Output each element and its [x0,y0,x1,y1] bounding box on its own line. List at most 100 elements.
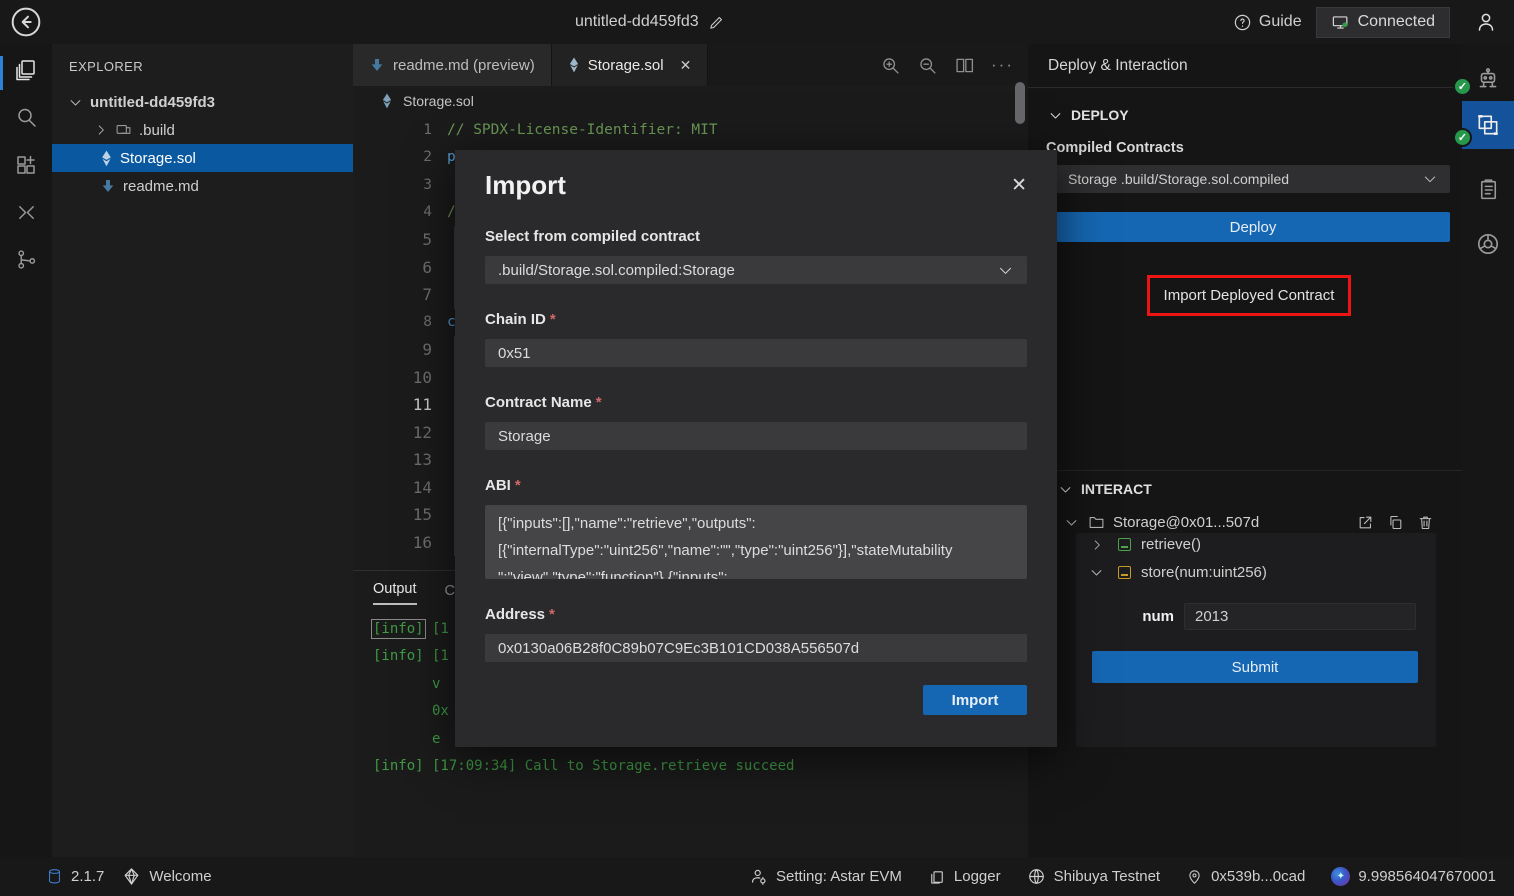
line-number: 15 [353,505,432,524]
sidebar-item-search[interactable] [0,94,52,140]
gem-icon [122,867,141,886]
tree-root[interactable]: untitled-dd459fd3 [52,88,353,116]
guide-button[interactable]: Guide [1233,13,1302,32]
tree-item-storage-sol[interactable]: Storage.sol [52,144,353,172]
explorer-panel: EXPLORER untitled-dd459fd3 .build Storag… [52,44,353,857]
sidebar-item-audit[interactable] [1462,166,1514,212]
import-button[interactable]: Import [923,685,1027,715]
sidebar-item-openai[interactable] [1462,221,1514,267]
compiled-contracts-select[interactable]: Storage .build/Storage.sol.compiled [1056,165,1450,193]
user-avatar[interactable] [1464,0,1508,44]
line-number: 4 [353,204,432,220]
ethereum-icon [100,149,113,168]
monitor-icon [1331,13,1350,32]
contract-instance-row[interactable]: Storage@0x01...507d [1028,509,1462,535]
welcome-label: Welcome [149,868,211,885]
connected-button[interactable]: Connected [1316,7,1450,38]
abi-textarea[interactable]: [{"inputs":[],"name":"retrieve","outputs… [485,505,1027,579]
close-tab-icon[interactable]: ✕ [680,57,692,74]
sidebar-item-plugins[interactable] [0,142,52,188]
section-divider [1028,470,1462,471]
database-icon [46,867,63,886]
check-badge-icon: ✓ [1453,77,1472,96]
chevron-down-icon [997,262,1014,279]
version-item[interactable]: 2.1.7 [46,857,104,896]
deploy-grid-icon [1475,112,1501,138]
deploy-section-label: DEPLOY [1071,107,1129,123]
chevron-down-icon [1048,108,1063,123]
setting-label: Setting: Astar EVM [776,868,902,885]
copy-icon[interactable] [1387,514,1404,531]
more-actions-icon[interactable]: ··· [991,55,1014,75]
build-folder-icon [115,122,132,139]
tree-item-readme-md[interactable]: readme.md [52,172,353,200]
chevron-right-icon [1090,538,1104,552]
tree-item-build[interactable]: .build [52,116,353,144]
zoom-out-icon[interactable] [917,55,938,76]
back-arrow-icon [10,6,42,38]
submit-button[interactable]: Submit [1092,651,1418,683]
close-icon[interactable]: ✕ [1011,176,1027,195]
setting-item[interactable]: Setting: Astar EVM [741,857,910,896]
abi-scrollbar[interactable] [1015,82,1025,124]
compiled-contract-select[interactable]: .build/Storage.sol.compiled:Storage [485,256,1027,284]
tab-storage-sol[interactable]: Storage.sol ✕ [552,44,709,86]
deploy-section-header[interactable]: DEPLOY [1048,107,1129,123]
zoom-in-icon[interactable] [880,55,901,76]
line-number: 1 [353,122,432,138]
tab-label: Storage.sol [588,57,664,74]
line-number: 9 [353,340,432,359]
line-number: 16 [353,533,432,552]
tab-output[interactable]: Output [373,581,417,605]
app-window: untitled-dd459fd3 Guide Connected [0,0,1514,896]
line-number: 6 [353,258,432,277]
wallet-address-item[interactable]: 0x539b...0cad [1178,857,1313,896]
chain-id-input[interactable] [485,339,1027,367]
chevron-down-icon [1058,482,1073,497]
explorer-header: EXPLORER [52,44,353,88]
astar-token-icon: ✦ [1331,867,1350,886]
code-line: // SPDX-License-Identifier: MIT [447,122,718,138]
sidebar-item-collapse[interactable] [0,189,52,235]
deploy-button[interactable]: Deploy [1056,212,1450,242]
contract-name-label: Contract Name* [485,394,1027,414]
function-store[interactable]: store(num:uint256) [1028,564,1267,581]
user-gear-icon [749,867,768,886]
tab-readme-md[interactable]: readme.md (preview) [353,44,552,86]
split-editor-icon[interactable] [954,55,975,76]
network-label: Shibuya Testnet [1054,868,1160,885]
breadcrumb-label: Storage.sol [403,93,474,109]
num-param-input[interactable] [1184,603,1416,630]
panel-header: Deploy & Interaction [1028,44,1462,88]
line-number-active: 11 [353,395,432,414]
check-badge-icon: ✓ [1453,128,1472,147]
clipboard-icon [1476,177,1501,202]
chevron-right-icon [94,123,108,137]
import-deployed-contract-button[interactable]: Import Deployed Contract [1164,287,1335,304]
back-button[interactable] [10,6,42,38]
balance-item[interactable]: ✦ 9.998564047670001 [1323,857,1504,896]
address-input[interactable] [485,634,1027,662]
logger-item[interactable]: Logger [920,857,1009,896]
chevron-down-icon [1089,565,1104,580]
titlebar-right: Guide Connected [1233,0,1514,44]
tree-item-label: .build [139,122,175,139]
tree-root-label: untitled-dd459fd3 [90,94,215,111]
project-title: untitled-dd459fd3 [575,13,699,31]
robot-icon [1475,67,1501,93]
welcome-item[interactable]: Welcome [114,857,219,896]
interact-section-header[interactable]: INTERACT [1058,481,1152,497]
tree-item-label: Storage.sol [120,150,196,167]
contract-name-input[interactable] [485,422,1027,450]
statusbar-right: Setting: Astar EVM Logger Shibuya Testne… [741,857,1514,896]
network-item[interactable]: Shibuya Testnet [1019,857,1168,896]
folder-icon [1088,514,1105,531]
open-external-icon[interactable] [1357,514,1374,531]
line-number: 5 [353,230,432,249]
breadcrumb[interactable]: Storage.sol [353,86,1028,116]
sidebar-item-git[interactable] [0,236,52,282]
trash-icon[interactable] [1417,514,1434,531]
sidebar-item-explorer[interactable] [0,47,52,93]
compiled-contracts-value: Storage .build/Storage.sol.compiled [1068,171,1289,187]
pencil-icon[interactable] [708,14,725,31]
